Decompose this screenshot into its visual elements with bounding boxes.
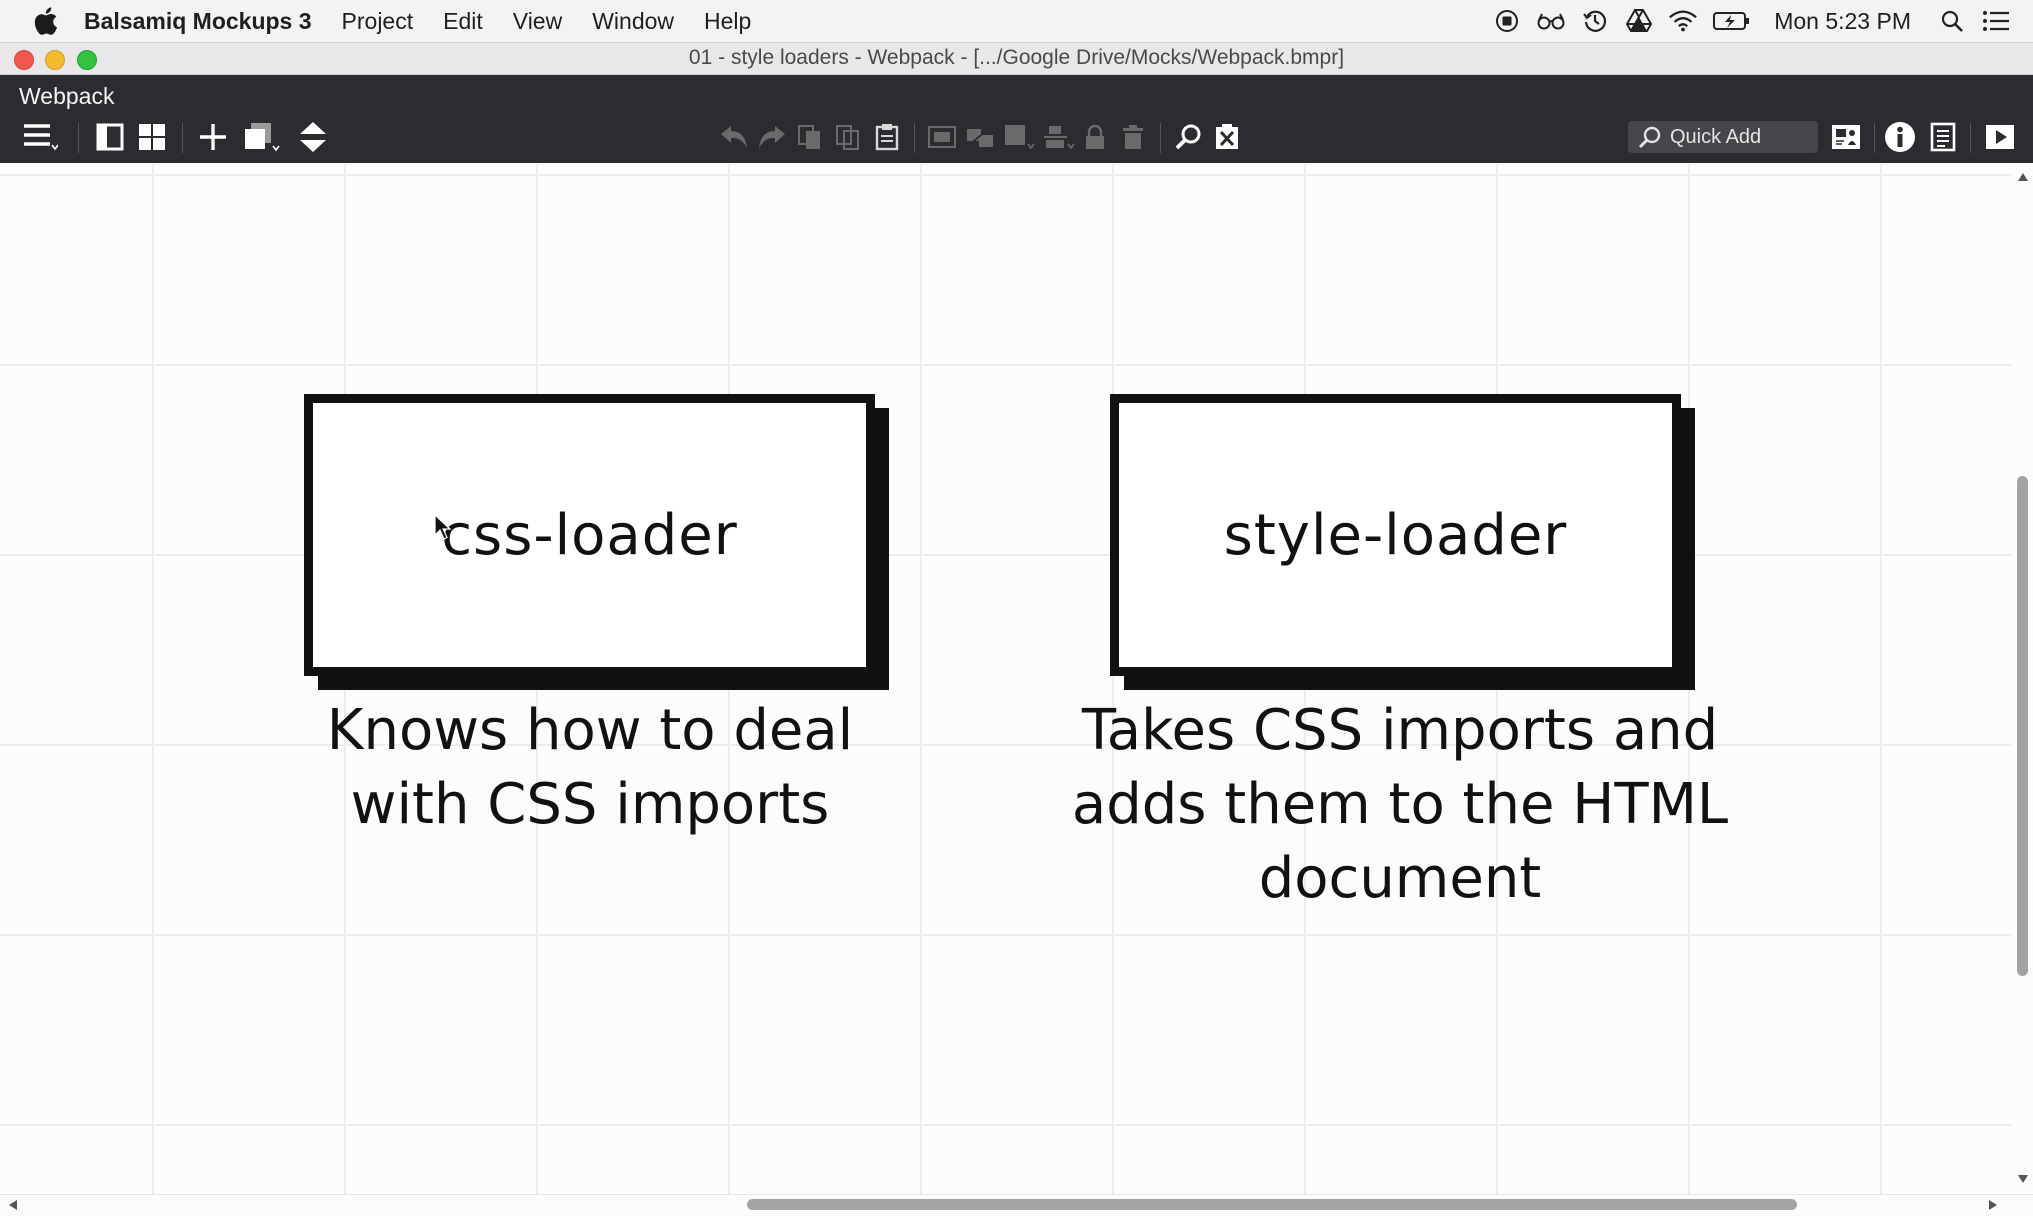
- window-title-bar: 01 - style loaders - Webpack - [.../Goog…: [0, 43, 2033, 75]
- time-machine-icon[interactable]: [1580, 6, 1610, 36]
- quick-add-input[interactable]: [1670, 125, 1810, 149]
- menu-window[interactable]: Window: [592, 8, 674, 35]
- battery-icon[interactable]: [1712, 6, 1752, 36]
- style-loader-box[interactable]: style-loader: [1110, 394, 1681, 676]
- apple-logo-icon[interactable]: [30, 4, 64, 38]
- undo-icon[interactable]: [718, 119, 750, 155]
- menu-view[interactable]: View: [513, 8, 562, 35]
- spotlight-search-icon[interactable]: [1937, 6, 1967, 36]
- notes-icon[interactable]: [1926, 119, 1960, 155]
- single-panel-icon[interactable]: [94, 119, 126, 155]
- menu-clock[interactable]: Mon 5:23 PM: [1774, 8, 1911, 35]
- window-title: 01 - style loaders - Webpack - [.../Goog…: [688, 46, 1345, 69]
- css-loader-label: css-loader: [441, 502, 738, 568]
- style-loader-caption[interactable]: Takes CSS imports and adds them to the H…: [1000, 694, 1800, 916]
- align-icon[interactable]: [1042, 119, 1076, 155]
- vertical-scroll-thumb[interactable]: [2017, 476, 2028, 976]
- scroll-up-icon[interactable]: [2017, 172, 2029, 182]
- hamburger-menu-icon[interactable]: [20, 119, 60, 155]
- mouse-pointer-icon: [434, 514, 452, 540]
- cut-icon[interactable]: [834, 119, 862, 155]
- ungroup-icon[interactable]: [964, 119, 996, 155]
- vertical-scrollbar[interactable]: [2012, 164, 2033, 1194]
- sort-icon[interactable]: [296, 119, 330, 155]
- style-loader-label: style-loader: [1223, 502, 1568, 568]
- glasses-icon[interactable]: [1536, 6, 1566, 36]
- project-name[interactable]: Webpack: [19, 83, 114, 110]
- notification-center-icon[interactable]: [1981, 6, 2011, 36]
- clear-icon[interactable]: [1212, 119, 1242, 155]
- mockup-canvas[interactable]: css-loader Knows how to deal with CSS im…: [0, 164, 2012, 1194]
- macos-menu-bar: Balsamiq Mockups 3 Project Edit View Win…: [0, 0, 2033, 43]
- delete-icon[interactable]: [1120, 119, 1146, 155]
- horizontal-scroll-thumb[interactable]: [747, 1199, 1797, 1210]
- menu-app-name[interactable]: Balsamiq Mockups 3: [84, 8, 312, 35]
- horizontal-scrollbar[interactable]: [0, 1194, 2033, 1216]
- record-icon[interactable]: [1492, 6, 1522, 36]
- search-icon: [1638, 126, 1661, 149]
- scroll-right-icon[interactable]: [1988, 1199, 1998, 1211]
- caption-line: with CSS imports: [350, 772, 830, 837]
- info-icon[interactable]: [1882, 119, 1918, 155]
- zoom-icon[interactable]: [1174, 119, 1204, 155]
- css-loader-caption[interactable]: Knows how to deal with CSS imports: [240, 694, 940, 842]
- caption-line: adds them to the HTML: [1071, 772, 1729, 837]
- paste-icon[interactable]: [873, 119, 901, 155]
- menu-help[interactable]: Help: [704, 8, 751, 35]
- group-icon[interactable]: [926, 119, 958, 155]
- add-icon[interactable]: [196, 119, 230, 155]
- copy-icon[interactable]: [796, 119, 824, 155]
- redo-icon[interactable]: [756, 119, 788, 155]
- duplicate-icon[interactable]: [242, 119, 282, 155]
- css-loader-box[interactable]: css-loader: [304, 394, 875, 676]
- grid-view-icon[interactable]: [136, 119, 168, 155]
- presentation-view-icon[interactable]: [1828, 119, 1864, 155]
- bring-to-front-icon[interactable]: [1002, 119, 1036, 155]
- app-toolbar: Webpack: [0, 75, 2033, 163]
- menu-edit[interactable]: Edit: [443, 8, 483, 35]
- caption-line: Takes CSS imports and: [1081, 698, 1719, 763]
- menu-project[interactable]: Project: [342, 8, 414, 35]
- wifi-icon[interactable]: [1668, 6, 1698, 36]
- scroll-down-icon[interactable]: [2017, 1174, 2029, 1184]
- lock-icon[interactable]: [1082, 119, 1108, 155]
- caption-line: Knows how to deal: [326, 698, 854, 763]
- caption-line: document: [1258, 846, 1542, 911]
- scroll-left-icon[interactable]: [8, 1199, 18, 1211]
- play-icon[interactable]: [1982, 119, 2018, 155]
- status-area: Mon 5:23 PM: [1492, 0, 2033, 42]
- google-drive-icon[interactable]: [1624, 6, 1654, 36]
- quick-add-field[interactable]: [1628, 121, 1818, 153]
